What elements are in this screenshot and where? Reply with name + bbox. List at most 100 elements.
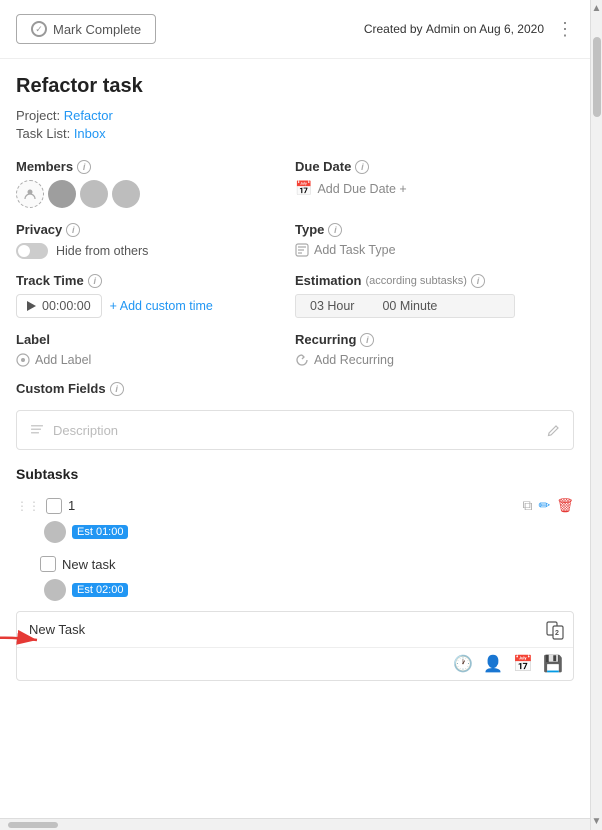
type-field: Type i Add Task Type (295, 222, 574, 259)
type-info-icon[interactable]: i (328, 223, 342, 237)
label-field: Label Add Label (16, 332, 295, 367)
members-label: Members i (16, 159, 295, 174)
members-info-icon[interactable]: i (77, 160, 91, 174)
drag-handle-1[interactable]: ⋮⋮ (16, 499, 40, 513)
privacy-toggle-row: Hide from others (16, 243, 295, 259)
subtask-avatar-2 (44, 579, 66, 601)
subtask-name-2: New task (62, 557, 574, 572)
label-label: Label (16, 332, 295, 347)
more-options-button[interactable]: ⋮ (556, 19, 574, 40)
tasklist-meta: Task List: Inbox (16, 126, 574, 141)
add-due-date-button[interactable]: 📅 Add Due Date + (295, 180, 574, 197)
estimation-hours: 03 Hour (296, 299, 368, 313)
scrollbar-horizontal[interactable] (0, 818, 590, 830)
fields-row-3: Track Time i 00:00:00 + Add custom time … (16, 273, 574, 318)
h-scroll-thumb[interactable] (8, 822, 58, 828)
type-label: Type i (295, 222, 574, 237)
track-time-info-icon[interactable]: i (88, 274, 102, 288)
subtask-check-2[interactable] (40, 556, 56, 572)
estimation-minutes: 00 Minute (368, 299, 451, 313)
custom-fields-section: Custom Fields i (16, 381, 574, 396)
tasklist-link[interactable]: Inbox (74, 126, 106, 141)
main-content: Refactor task Project: Refactor Task Lis… (0, 75, 590, 701)
privacy-label: Privacy i (16, 222, 295, 237)
fields-row-4: Label Add Label Recurring i (16, 332, 574, 367)
scroll-up-arrow[interactable]: ▲ (591, 0, 602, 17)
members-list (16, 180, 295, 208)
privacy-toggle[interactable] (16, 243, 48, 259)
scrollbar-vertical[interactable]: ▲ ▼ (590, 0, 602, 830)
estimation-note: (according subtasks) (365, 275, 467, 287)
time-display: 00:00:00 (16, 294, 102, 318)
mark-complete-label: Mark Complete (53, 22, 141, 37)
fields-row-1: Members i Due Date (16, 159, 574, 208)
description-placeholder: Description (53, 423, 118, 438)
clock-icon[interactable]: 🕐 (453, 654, 473, 674)
corner-icon-svg: 2 (545, 620, 565, 640)
project-meta: Project: Refactor (16, 108, 574, 123)
add-custom-time-button[interactable]: + Add custom time (110, 299, 213, 313)
save-icon[interactable]: 💾 (543, 654, 563, 674)
avatar-1 (48, 180, 76, 208)
custom-fields-label: Custom Fields i (16, 381, 574, 396)
project-link[interactable]: Refactor (64, 108, 113, 123)
due-date-field: Due Date i 📅 Add Due Date + (295, 159, 574, 208)
due-date-info-icon[interactable]: i (355, 160, 369, 174)
add-task-type-button[interactable]: Add Task Type (295, 243, 574, 257)
calendar-toolbar-icon[interactable]: 📅 (513, 654, 533, 674)
description-box[interactable]: Description (16, 410, 574, 450)
description-icon (29, 422, 45, 438)
fields-row-2: Privacy i Hide from others Type i (16, 222, 574, 259)
estimation-label: Estimation (according subtasks) i (295, 273, 574, 288)
subtask-avatar-1 (44, 521, 66, 543)
subtask-item-1: ⋮⋮ 1 ⧉ ✏ 🗑 Est 01:00 (16, 492, 574, 543)
subtask-name-1: 1 (68, 498, 516, 513)
estimation-display: 03 Hour 00 Minute (295, 294, 515, 318)
calendar-icon: 📅 (295, 180, 312, 197)
subtask-check-1[interactable] (46, 498, 62, 514)
subtask-item-2-row: New task (16, 551, 574, 577)
estimation-info-icon[interactable]: i (471, 274, 485, 288)
user-icon[interactable]: 👤 (483, 654, 503, 674)
recurring-field: Recurring i Add Recurring (295, 332, 574, 367)
check-icon (31, 21, 47, 37)
due-date-label: Due Date i (295, 159, 574, 174)
track-time-label: Track Time i (16, 273, 295, 288)
toggle-knob (18, 245, 30, 257)
recurring-icon (295, 353, 309, 367)
avatar-2 (80, 180, 108, 208)
subtasks-label: Subtasks (16, 466, 574, 482)
scroll-down-arrow[interactable]: ▼ (591, 813, 602, 830)
subtask-meta-1: Est 01:00 (44, 521, 574, 543)
add-member-button[interactable] (16, 180, 44, 208)
fields-section: Members i Due Date (16, 159, 574, 367)
svg-text:2: 2 (555, 630, 559, 637)
task-header: Mark Complete Created by Admin on Aug 6,… (0, 0, 590, 59)
recurring-info-icon[interactable]: i (360, 333, 374, 347)
subtask-item-2: New task Est 02:00 (16, 551, 574, 601)
task-title: Refactor task (16, 75, 574, 98)
new-task-toolbar: 🕐 👤 📅 💾 (17, 647, 573, 680)
add-label-button[interactable]: Add Label (16, 353, 295, 367)
task-corner-icon: 2 (545, 620, 565, 643)
new-task-input[interactable] (17, 612, 573, 647)
privacy-info-icon[interactable]: i (66, 223, 80, 237)
edit-icon-1[interactable]: ✏ (538, 497, 550, 514)
avatar-3 (112, 180, 140, 208)
members-field: Members i (16, 159, 295, 208)
person-icon (24, 188, 36, 200)
scroll-thumb[interactable] (593, 37, 601, 117)
delete-icon-1[interactable]: 🗑 (556, 497, 574, 514)
time-value: 00:00:00 (42, 299, 91, 313)
subtask-actions-1: ⧉ ✏ 🗑 (522, 497, 574, 514)
privacy-toggle-label: Hide from others (56, 244, 148, 258)
edit-description-icon (547, 423, 561, 437)
estimation-field: Estimation (according subtasks) i 03 Hou… (295, 273, 574, 318)
subtask-est-badge-1: Est 01:00 (72, 525, 128, 539)
mark-complete-button[interactable]: Mark Complete (16, 14, 156, 44)
privacy-field: Privacy i Hide from others (16, 222, 295, 259)
play-icon[interactable] (27, 301, 36, 311)
copy-icon-1[interactable]: ⧉ (522, 497, 532, 514)
add-recurring-button[interactable]: Add Recurring (295, 353, 574, 367)
custom-fields-info-icon[interactable]: i (110, 382, 124, 396)
